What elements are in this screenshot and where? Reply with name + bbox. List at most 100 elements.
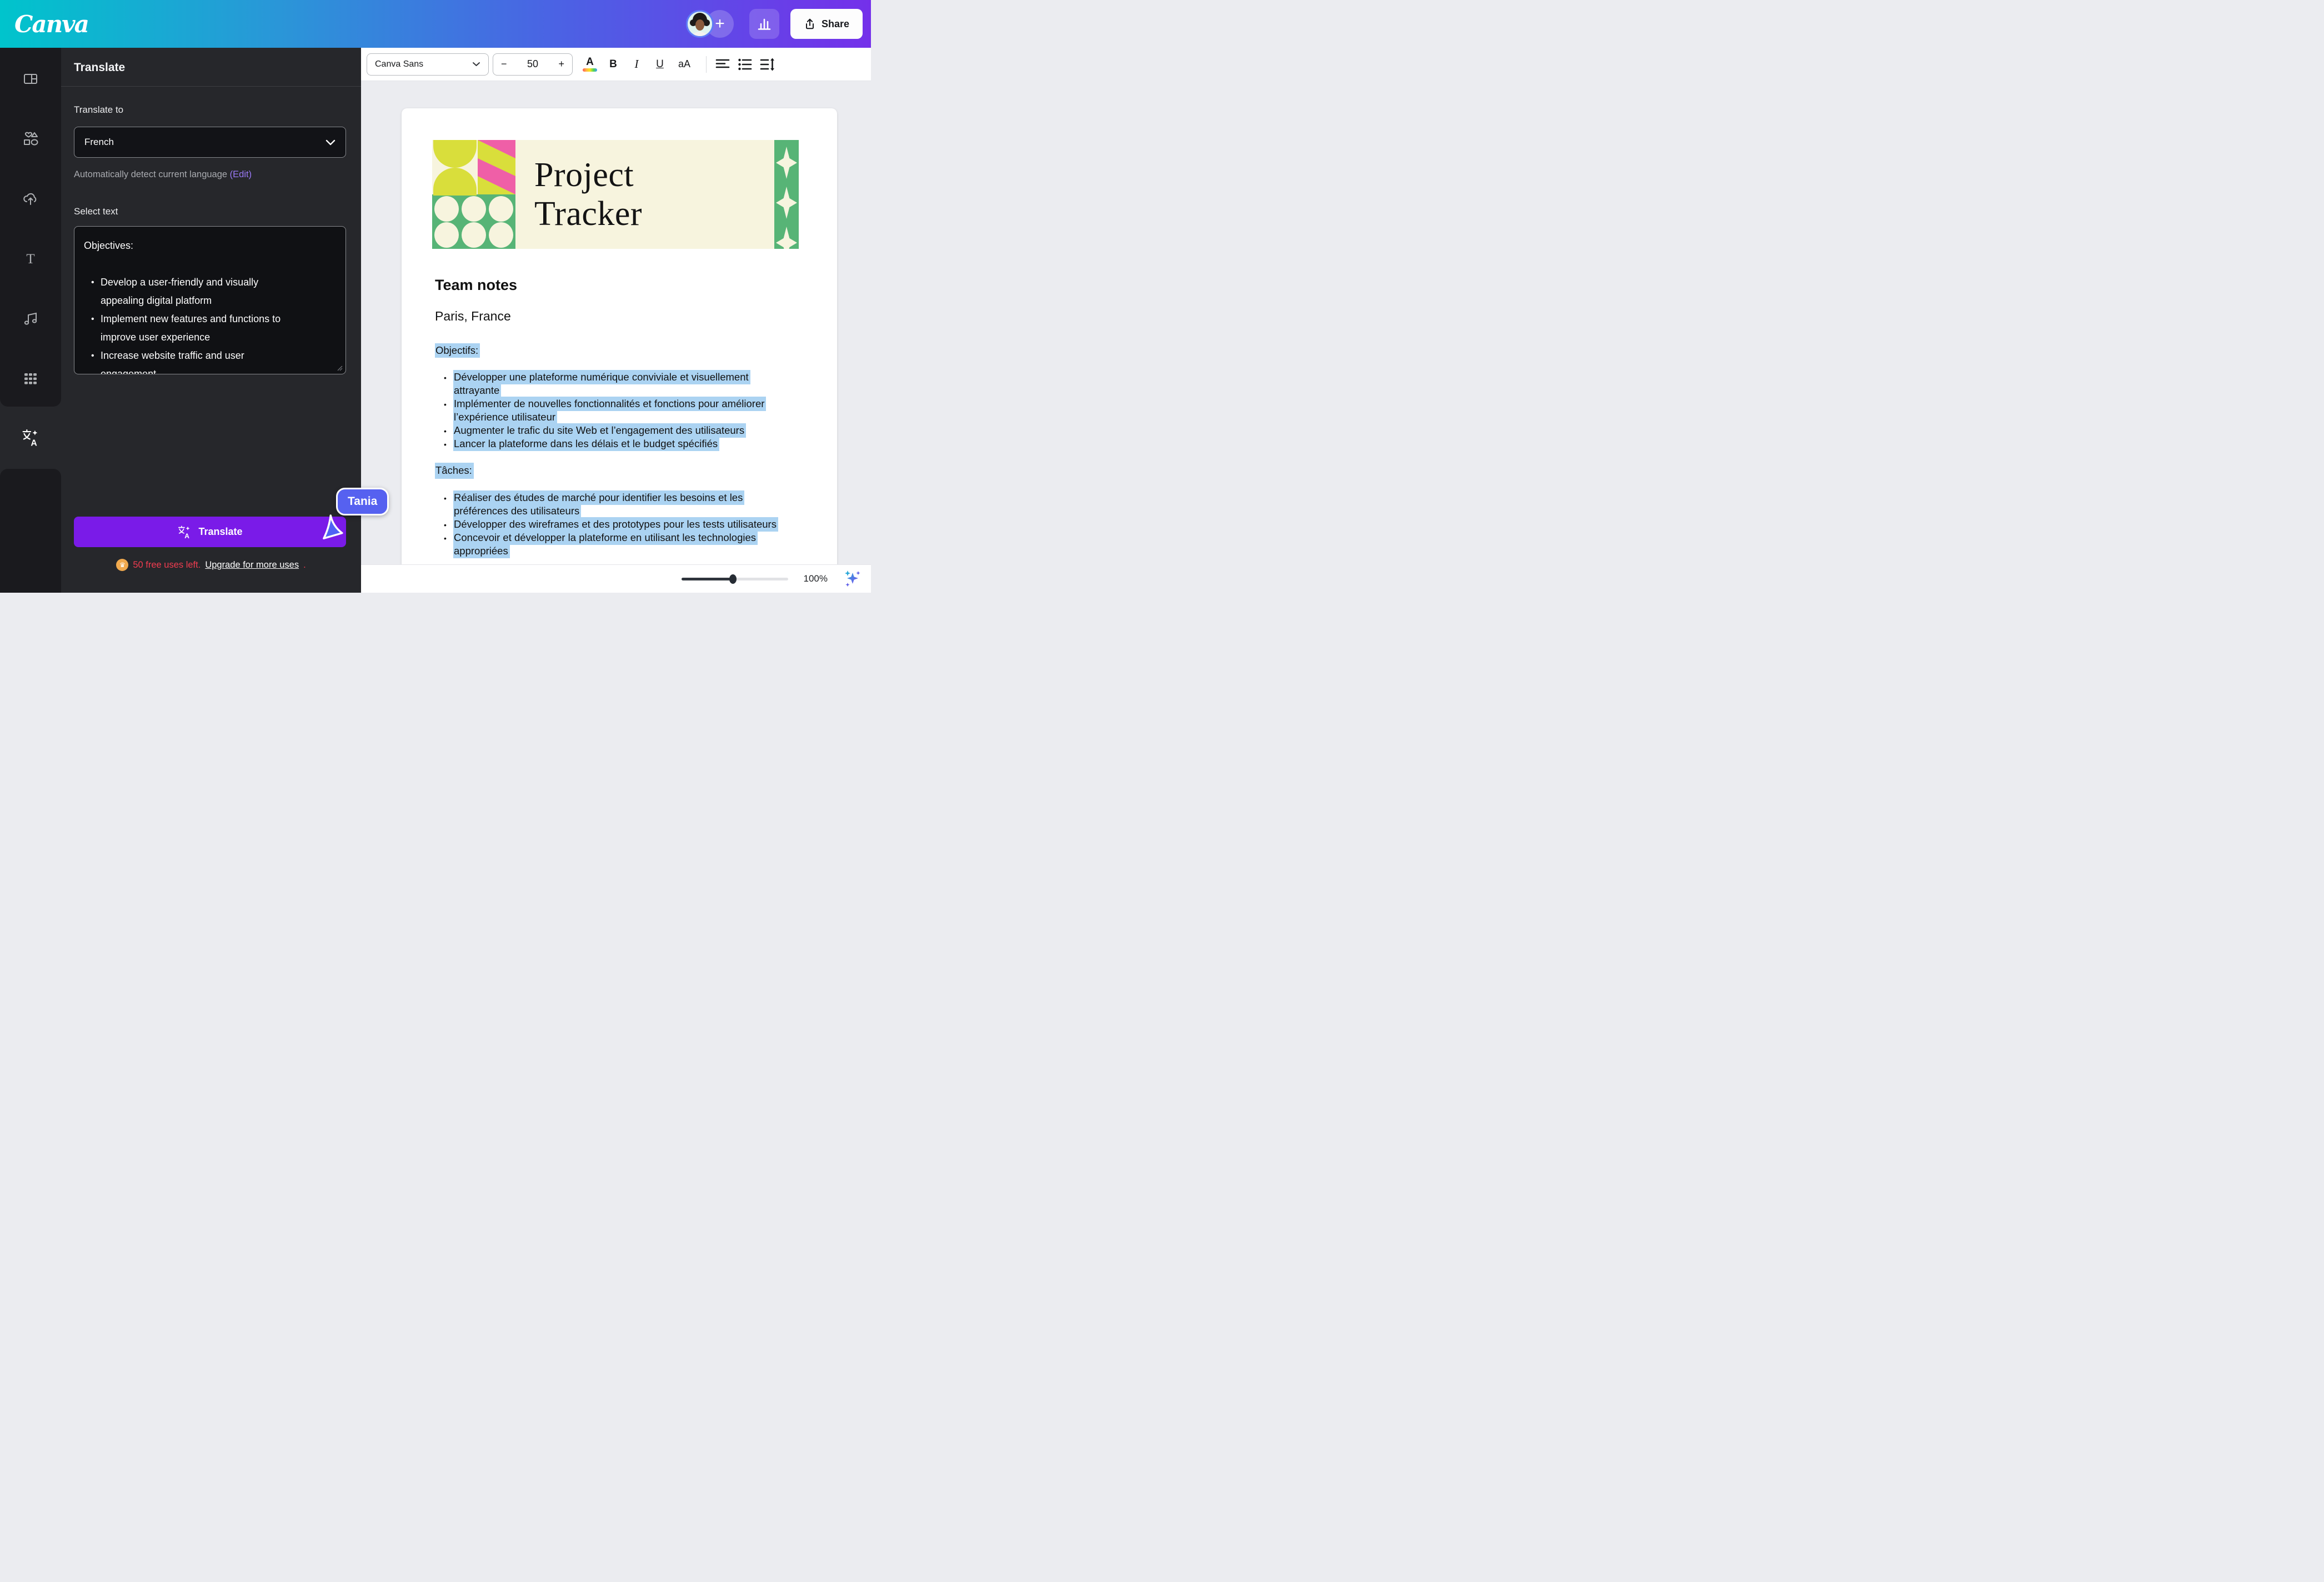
text-case-button[interactable]: aA (674, 53, 695, 76)
canva-editor: Canva + (0, 0, 871, 593)
toolbar-divider (706, 56, 707, 73)
detect-language-line: Automatically detect current language (E… (74, 169, 252, 180)
list-item: Développer des wireframes et des prototy… (453, 518, 797, 531)
banner-left-art (432, 140, 515, 249)
sidebar-item-uploads[interactable] (18, 187, 43, 211)
avatar-image (688, 12, 712, 36)
insights-button[interactable] (749, 9, 779, 39)
edit-language-link[interactable]: (Edit) (230, 169, 252, 179)
banner-triangle-strip (478, 140, 515, 194)
decrease-font-button[interactable]: − (501, 58, 507, 70)
source-bullet: Develop a user-friendly and visually app… (101, 273, 301, 310)
svg-text:A: A (185, 532, 190, 539)
usage-row: ♛ 50 free uses left. Upgrade for more us… (61, 559, 361, 571)
source-bullet: Increase website traffic and user engage… (101, 347, 301, 374)
translate-panel: Translate Translate to French Automatica… (61, 48, 361, 593)
svg-text:T: T (26, 252, 34, 267)
bulleted-list-button[interactable] (738, 53, 752, 76)
translated-text-block[interactable]: Objectifs: Développer une plateforme num… (435, 344, 797, 558)
sidebar-group-bottom (0, 469, 61, 593)
text-color-button[interactable]: A (582, 53, 598, 76)
upload-cloud-icon (22, 191, 39, 207)
zoom-level[interactable]: 100% (804, 573, 828, 584)
sidebar-group-top: T (0, 48, 61, 407)
alignment-button[interactable] (715, 53, 730, 76)
banner-leaf-shapes (432, 140, 478, 194)
translate-button[interactable]: A Translate (74, 517, 346, 547)
banner-title-line1: Project (534, 156, 774, 194)
upgrade-link[interactable]: Upgrade for more uses (205, 560, 299, 570)
font-family-select[interactable]: Canva Sans (367, 53, 489, 76)
sidebar-item-elements[interactable] (18, 127, 43, 151)
apps-grid-icon (23, 371, 38, 387)
section-heading: Tâches: (435, 463, 474, 479)
list-item: Développer une plateforme numérique conv… (453, 371, 797, 397)
document-page[interactable]: Project Tracker Team notes Paris, France… (402, 108, 837, 564)
document-subheading[interactable]: Paris, France (435, 309, 511, 324)
canva-logo[interactable]: Canva (14, 11, 88, 38)
language-select[interactable]: French (74, 127, 346, 158)
bold-button[interactable]: B (605, 53, 622, 76)
source-bullet-list: Develop a user-friendly and visually app… (84, 273, 301, 374)
collaborator-name-badge: Tania (336, 488, 389, 515)
design-canvas[interactable]: Project Tracker Team notes Paris, France… (361, 81, 871, 564)
font-family-value: Canva Sans (375, 59, 423, 69)
sidebar-item-audio[interactable] (18, 307, 43, 331)
list-item: Lancer la plateforme dans les délais et … (453, 437, 797, 450)
upgrade-period: . (303, 560, 306, 570)
status-bar: 100% (361, 564, 871, 593)
detect-language-text: Automatically detect current language (74, 169, 227, 179)
increase-font-button[interactable]: + (558, 58, 564, 70)
banner-dot-grid (432, 194, 515, 249)
align-left-icon (715, 58, 730, 71)
line-spacing-icon (760, 58, 775, 71)
banner-title-line2: Tracker (534, 194, 774, 233)
banner-title-block: Project Tracker (515, 140, 774, 249)
translate-icon: A (21, 428, 40, 447)
chevron-down-icon (325, 139, 335, 146)
share-label: Share (822, 18, 849, 30)
list-item: Augmenter le trafic du site Web et l’eng… (453, 424, 797, 437)
sidebar-item-apps[interactable] (18, 367, 43, 391)
text-icon: T (23, 251, 38, 267)
source-heading: Objectives: (84, 237, 301, 255)
underline-button[interactable]: U (652, 53, 668, 76)
elements-icon (22, 131, 39, 147)
select-text-label: Select text (74, 206, 118, 217)
line-spacing-button[interactable] (760, 53, 775, 76)
sidebar-item-translate-active[interactable]: A (0, 407, 61, 469)
list-item: Implémenter de nouvelles fonctionnalités… (453, 397, 797, 424)
language-select-value: French (84, 137, 114, 148)
share-button[interactable]: Share (790, 9, 863, 39)
font-size-stepper: − 50 + (493, 53, 573, 76)
resize-handle-icon[interactable] (336, 364, 343, 371)
zoom-slider-knob[interactable] (729, 574, 737, 584)
share-icon (804, 18, 816, 30)
panel-divider (61, 86, 361, 87)
document-heading[interactable]: Team notes (435, 277, 517, 294)
zoom-slider[interactable] (682, 574, 788, 584)
text-color-letter: A (586, 57, 594, 68)
sidebar-item-design[interactable] (18, 67, 43, 91)
list-item: Concevoir et développer la plateforme en… (453, 531, 797, 558)
italic-button[interactable]: I (628, 53, 645, 76)
source-bullet: Implement new features and functions to … (101, 310, 301, 347)
crown-icon: ♛ (116, 559, 128, 571)
translate-to-label: Translate to (74, 104, 123, 116)
section-heading: Objectifs: (435, 343, 480, 358)
translate-button-label: Translate (198, 526, 242, 538)
banner-graphic[interactable]: Project Tracker (432, 140, 799, 249)
source-text-area[interactable]: Objectives: Develop a user-friendly and … (74, 226, 346, 374)
magic-button[interactable] (843, 569, 862, 588)
rainbow-color-bar (583, 68, 597, 72)
cursor-arrow-icon (320, 514, 344, 542)
top-bar: Canva + (0, 0, 871, 48)
templates-icon (23, 71, 38, 87)
list-item: Réaliser des études de marché pour ident… (453, 491, 797, 518)
text-toolbar: Canva Sans − 50 + A B I U aA (361, 48, 871, 81)
bar-chart-icon (757, 17, 772, 31)
svg-text:A: A (31, 439, 37, 447)
avatar[interactable] (686, 10, 714, 38)
font-size-value[interactable]: 50 (527, 58, 538, 70)
sidebar-item-text[interactable]: T (18, 247, 43, 271)
